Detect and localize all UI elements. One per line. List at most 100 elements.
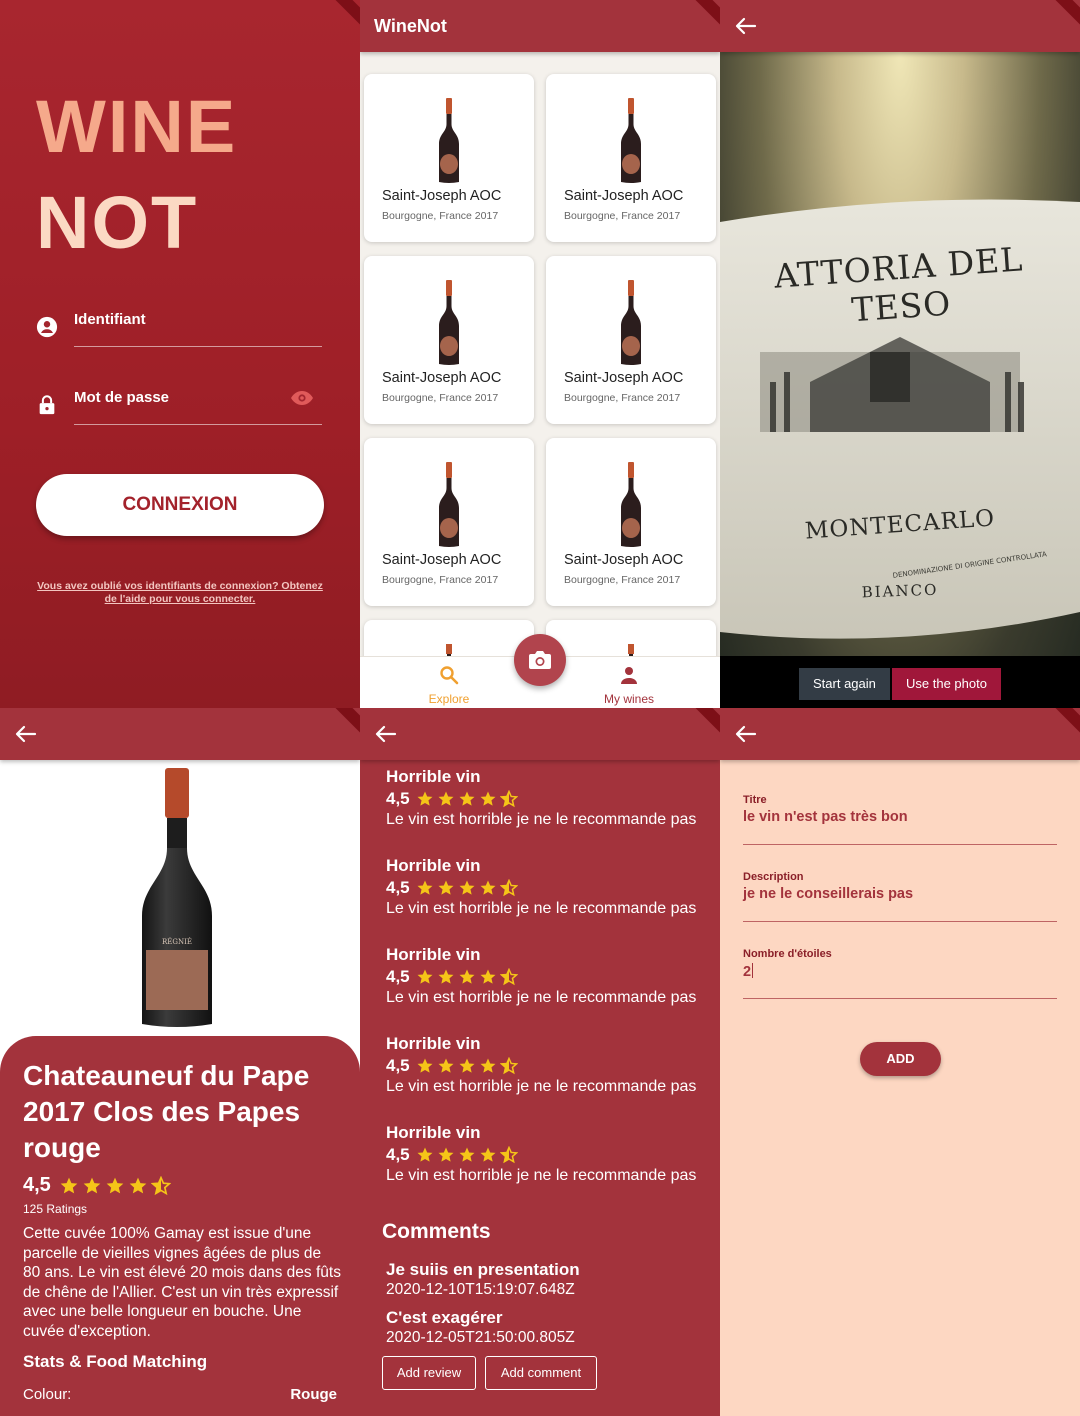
wine-card-name: Saint-Joseph AOC xyxy=(382,188,502,204)
wine-card-name: Saint-Joseph AOC xyxy=(564,188,684,204)
wine-card[interactable]: Saint-Joseph AOC Bourgogne, France 2017 xyxy=(364,438,534,606)
comment-date: 2020-12-10T15:19:07.648Z xyxy=(386,1281,575,1298)
comments-title: Comments xyxy=(382,1220,491,1243)
wine-card-origin: Bourgogne, France 2017 xyxy=(382,210,499,222)
back-arrow-icon[interactable] xyxy=(374,724,398,744)
forgot-credentials-link[interactable]: Vous avez oublié vos identifiants de con… xyxy=(36,580,324,606)
star-full-icon xyxy=(438,791,454,806)
back-arrow-icon[interactable] xyxy=(14,724,38,744)
username-underline xyxy=(74,346,322,347)
wine-card-origin: Bourgogne, France 2017 xyxy=(382,574,499,586)
star-half-icon xyxy=(499,1057,518,1075)
password-underline xyxy=(74,424,322,425)
review-title: Horrible vin xyxy=(386,945,481,964)
bottle-label-text: RÉGNIÉ xyxy=(162,937,192,946)
explore-screen: WineNot Saint-Joseph AOC Bourgogne, Franc… xyxy=(360,0,720,708)
star-full-icon xyxy=(438,969,454,984)
app-bar xyxy=(720,708,1080,760)
wine-card[interactable]: Saint-Joseph AOC Bourgogne, France 2017 xyxy=(364,74,534,242)
review-title: Horrible vin xyxy=(386,856,481,875)
star-full-icon xyxy=(480,1147,496,1162)
description-input[interactable]: je ne le conseillerais pas xyxy=(743,886,1057,906)
wine-card[interactable]: Saint-Joseph AOC Bourgogne, France 2017 xyxy=(364,256,534,424)
wine-title: Chateauneuf du Pape 2017 Clos des Papes … xyxy=(23,1060,310,1163)
star-full-icon xyxy=(438,880,454,895)
star-half-icon xyxy=(499,879,518,897)
review-stars xyxy=(416,1146,518,1164)
app-bar xyxy=(0,708,360,760)
login-screen: WINE NOT Identifiant Mot de passe CONNEX… xyxy=(0,0,360,708)
wine-label-photo: DENOMINAZIONE DI ORIGINE CONTROLLATA xyxy=(720,199,1080,639)
connexion-button[interactable]: CONNEXION xyxy=(36,474,324,536)
wine-bottle-image: RÉGNIÉ xyxy=(142,768,212,1027)
start-again-button[interactable]: Start again xyxy=(799,668,890,700)
title-field[interactable]: Titre le vin n'est pas très bon xyxy=(743,794,1057,845)
app-title: WineNot xyxy=(374,16,447,36)
comment-item: Je suiis en presentation 2020-12-10T15:1… xyxy=(386,1260,706,1300)
stars-input-wrap[interactable]: 2 xyxy=(743,963,1057,983)
nav-explore[interactable]: Explore xyxy=(389,665,509,706)
wine-card[interactable]: Saint-Joseph AOC Bourgogne, France 2017 xyxy=(546,438,716,606)
captured-photo: DENOMINAZIONE DI ORIGINE CONTROLLATA ATT… xyxy=(720,52,1080,656)
back-arrow-icon[interactable] xyxy=(734,724,758,744)
review-item: Horrible vin 4,5 Le vin est horrible je ne… xyxy=(386,1122,706,1186)
star-half-icon xyxy=(150,1175,171,1195)
wine-detail-screen: RÉGNIÉ Chateauneuf du Pape 2017 Clos des… xyxy=(0,708,360,1416)
star-full-icon xyxy=(417,880,433,895)
star-full-icon xyxy=(60,1177,78,1193)
logo-not: NOT xyxy=(36,181,199,264)
star-full-icon xyxy=(480,1058,496,1073)
star-full-icon xyxy=(459,1058,475,1073)
camera-button[interactable] xyxy=(514,634,566,686)
username-field[interactable]: Identifiant xyxy=(36,308,326,348)
camera-preview-screen: DENOMINAZIONE DI ORIGINE CONTROLLATA ATT… xyxy=(720,0,1080,708)
star-half-icon xyxy=(499,790,518,808)
stars-field[interactable]: Nombre d'étoiles 2 xyxy=(743,948,1057,999)
star-full-icon xyxy=(438,1147,454,1162)
comment-date: 2020-12-05T21:50:00.805Z xyxy=(386,1329,575,1346)
app-bar xyxy=(720,0,1080,52)
add-comment-button[interactable]: Add comment xyxy=(485,1356,597,1390)
use-photo-button[interactable]: Use the photo xyxy=(892,668,1001,700)
review-rating: 4,5 xyxy=(386,877,706,899)
wine-bottle-image xyxy=(621,462,641,547)
review-item: Horrible vin 4,5 Le vin est horrible je ne… xyxy=(386,855,706,919)
wine-card-origin: Bourgogne, France 2017 xyxy=(564,392,681,404)
review-text: Le vin est horrible je ne le recommande … xyxy=(386,900,697,917)
review-text: Le vin est horrible je ne le recommande … xyxy=(386,1167,697,1184)
password-field[interactable]: Mot de passe xyxy=(36,386,326,426)
wine-card-name: Saint-Joseph AOC xyxy=(382,552,502,568)
star-half-icon xyxy=(499,1146,518,1164)
comment-item: C'est exagérer 2020-12-05T21:50:00.805Z xyxy=(386,1308,706,1348)
username-label: Identifiant xyxy=(74,311,146,328)
logo-wine: WINE xyxy=(36,85,238,168)
review-rating: 4,5 xyxy=(386,1055,706,1077)
wine-card[interactable]: Saint-Joseph AOC Bourgogne, France 2017 xyxy=(546,256,716,424)
stars-underline xyxy=(743,998,1057,999)
review-rating: 4,5 xyxy=(386,788,706,810)
wine-card-name: Saint-Joseph AOC xyxy=(564,370,684,386)
debug-banner xyxy=(332,0,360,28)
stars-label: Nombre d'étoiles xyxy=(743,948,832,960)
add-review-button[interactable]: Add review xyxy=(382,1356,476,1390)
description-field[interactable]: Description je ne le conseillerais pas xyxy=(743,871,1057,922)
star-full-icon xyxy=(459,791,475,806)
star-full-icon xyxy=(459,880,475,895)
nav-my-wines[interactable]: My wines xyxy=(569,665,689,706)
wine-bottle-image xyxy=(621,280,641,365)
eye-icon[interactable] xyxy=(290,389,314,407)
lock-icon xyxy=(39,395,55,415)
add-button[interactable]: ADD xyxy=(860,1042,941,1076)
reviews-screen: Horrible vin 4,5 Le vin est horrible je ne… xyxy=(360,708,720,1416)
wine-card-name: Saint-Joseph AOC xyxy=(382,370,502,386)
colour-label: Colour: xyxy=(23,1386,72,1403)
stars-input[interactable]: 2 xyxy=(743,964,751,980)
wine-card[interactable]: Saint-Joseph AOC Bourgogne, France 2017 xyxy=(546,74,716,242)
wine-card-origin: Bourgogne, France 2017 xyxy=(564,210,681,222)
star-full-icon xyxy=(106,1177,124,1193)
password-label: Mot de passe xyxy=(74,389,170,406)
review-text: Le vin est horrible je ne le recommande … xyxy=(386,989,697,1006)
back-arrow-icon[interactable] xyxy=(734,16,758,36)
title-input[interactable]: le vin n'est pas très bon xyxy=(743,809,1057,829)
add-review-screen: Titre le vin n'est pas très bon Descript… xyxy=(720,708,1080,1416)
